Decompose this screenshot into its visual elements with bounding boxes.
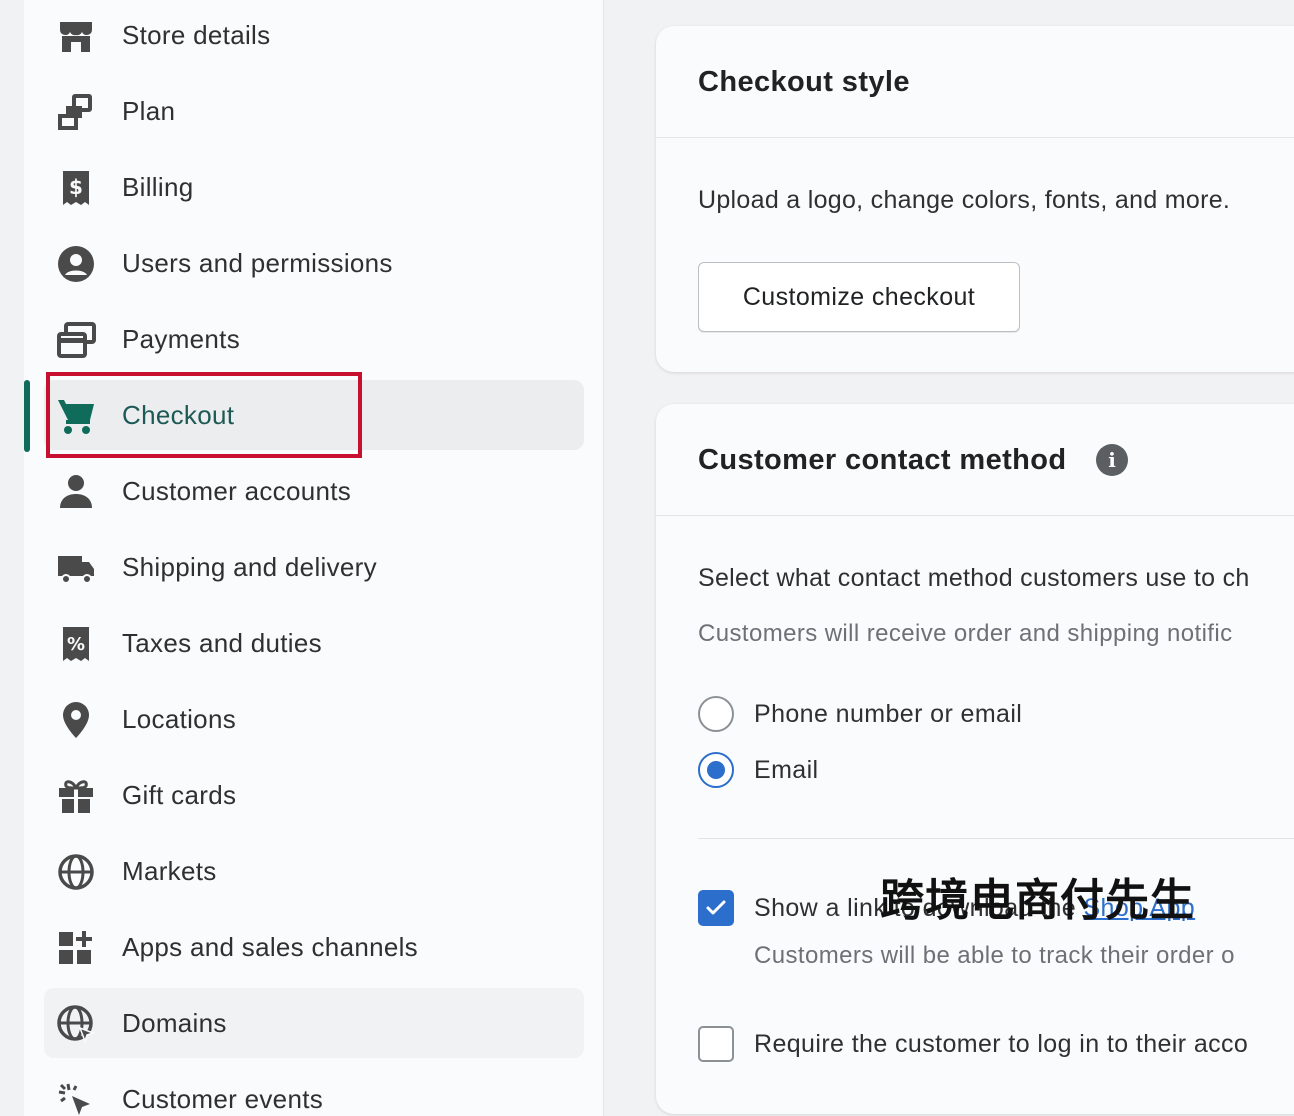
sidebar-item-billing[interactable]: $ Billing [44,152,584,222]
user-circle-icon [56,244,96,284]
sidebar-item-plan[interactable]: Plan [44,76,584,146]
sidebar-item-label: Customer accounts [122,476,352,506]
customer-contact-method-card: Customer contact method i Select what co… [656,404,1294,1114]
settings-page: Store details Plan $ Billing Users and p… [0,0,1294,1116]
store-icon [56,16,96,56]
shop-app-note: Customers will be able to track their or… [754,942,1235,969]
radio-email[interactable] [698,752,734,788]
truck-icon [56,548,96,588]
sidebar-item-label: Markets [122,856,217,886]
billing-icon: $ [56,168,96,208]
checkout-style-title: Checkout style [698,66,910,98]
checkout-style-description: Upload a logo, change colors, fonts, and… [698,186,1231,214]
sidebar-item-markets[interactable]: Markets [44,836,584,906]
sidebar-item-payments[interactable]: Payments [44,304,584,374]
svg-text:$: $ [69,175,83,199]
sidebar-item-apps-and-sales-channels[interactable]: Apps and sales channels [44,912,584,982]
sidebar-item-label: Users and permissions [122,248,393,278]
sidebar-item-taxes-and-duties[interactable]: % Taxes and duties [44,608,584,678]
active-indicator [24,380,30,452]
info-icon[interactable]: i [1096,444,1128,476]
radio-phone-or-email-label[interactable]: Phone number or email [754,700,1022,729]
card-header: Customer contact method i [656,404,1294,516]
svg-text:%: % [67,634,85,655]
watermark-text: 跨境电商付先生 [880,875,1195,926]
cursor-click-icon [56,1080,96,1116]
main-content: Checkout style Upload a logo, change col… [604,0,1294,1116]
sidebar-item-users-and-permissions[interactable]: Users and permissions [44,228,584,298]
payments-icon [56,320,96,360]
sidebar-item-label: Shipping and delivery [122,552,377,582]
customer-icon [56,472,96,512]
gift-icon [56,776,96,816]
sidebar-item-label: Locations [122,704,236,734]
sidebar-item-label: Store details [122,20,271,50]
sidebar-item-label: Taxes and duties [122,628,322,658]
sidebar-item-gift-cards[interactable]: Gift cards [44,760,584,830]
contact-method-description: Select what contact method customers use… [698,564,1250,592]
sidebar-item-domains[interactable]: Domains [44,988,584,1058]
sidebar-item-customer-accounts[interactable]: Customer accounts [44,456,584,526]
sidebar-item-locations[interactable]: Locations [44,684,584,754]
sidebar-item-shipping-and-delivery[interactable]: Shipping and delivery [44,532,584,602]
sidebar-item-label: Apps and sales channels [122,932,418,962]
sidebar-item-label: Gift cards [122,780,237,810]
sidebar-item-label: Plan [122,96,176,126]
sidebar-item-label: Domains [122,1008,227,1038]
contact-method-title: Customer contact method [698,444,1067,476]
sidebar-item-store-details[interactable]: Store details [44,0,584,70]
sidebar-item-label: Customer events [122,1084,324,1114]
checkmark-icon [706,900,726,915]
apps-icon [56,928,96,968]
tax-icon: % [56,624,96,664]
settings-sidebar: Store details Plan $ Billing Users and p… [24,0,604,1116]
shop-app-checkbox[interactable] [698,890,734,926]
divider [698,838,1294,839]
checkout-style-card: Checkout style Upload a logo, change col… [656,26,1294,372]
radio-email-label[interactable]: Email [754,756,819,785]
require-login-checkbox[interactable] [698,1026,734,1062]
globe-icon [56,852,96,892]
contact-method-note: Customers will receive order and shippin… [698,620,1233,647]
domain-globe-icon [56,1004,96,1044]
highlight-annotation [46,372,362,458]
customize-checkout-button[interactable]: Customize checkout [698,262,1020,332]
require-login-label[interactable]: Require the customer to log in to their … [754,1030,1248,1059]
sidebar-item-label: Payments [122,324,241,354]
location-pin-icon [56,700,96,740]
sidebar-item-customer-events[interactable]: Customer events [44,1064,584,1116]
card-header: Checkout style [656,26,1294,138]
radio-phone-or-email[interactable] [698,696,734,732]
plan-icon [56,92,96,132]
sidebar-item-label: Billing [122,172,194,202]
